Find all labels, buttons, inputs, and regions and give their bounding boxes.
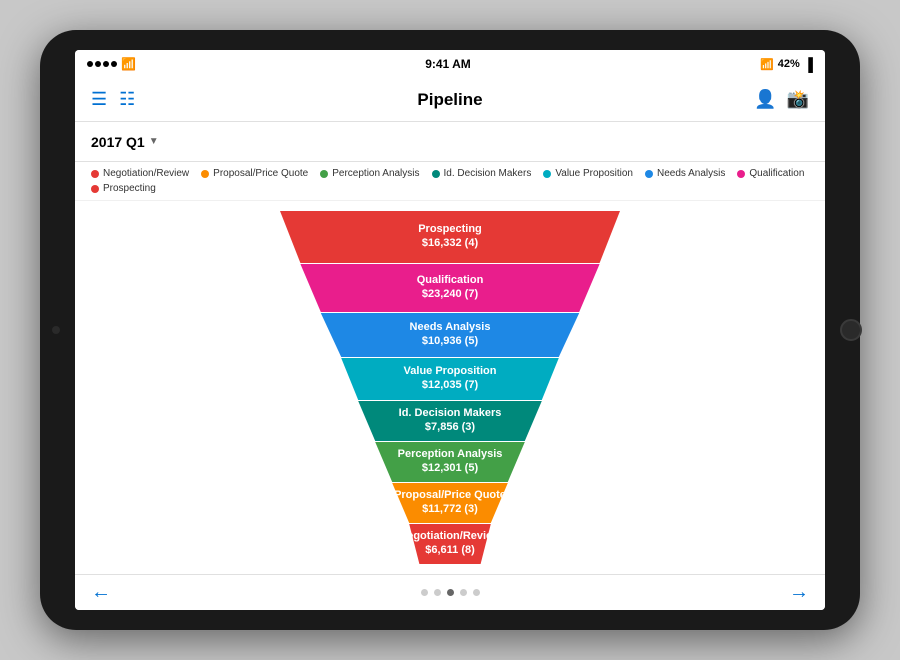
legend-item: Perception Analysis: [320, 168, 419, 179]
wifi-icon: 📶: [121, 57, 136, 71]
funnel-label: Negotiation/Review: [399, 530, 501, 542]
legend-item: Id. Decision Makers: [432, 168, 532, 179]
signal-dot-2: [95, 61, 101, 67]
page-dot-4: [473, 589, 480, 596]
status-time: 9:41 AM: [425, 57, 471, 71]
nav-right: 👤 📸: [754, 89, 809, 110]
page-dots: [421, 589, 480, 596]
legend-item: Proposal/Price Quote: [201, 168, 308, 179]
funnel-label: Perception Analysis: [398, 448, 503, 460]
signal-dot-1: [87, 61, 93, 67]
funnel-value: $23,240 (7): [422, 288, 479, 300]
funnel-label: Id. Decision Makers: [399, 407, 502, 419]
toolbar: 2017 Q1 ▼: [75, 122, 825, 162]
legend-item: Prospecting: [91, 183, 156, 194]
battery-icon: ▐: [804, 57, 813, 72]
next-arrow[interactable]: →: [789, 581, 809, 604]
page-dot-2: [447, 589, 454, 596]
hamburger-icon[interactable]: ☰: [91, 89, 107, 110]
page-dot-3: [460, 589, 467, 596]
funnel-svg: Prospecting $16,332 (4) Qualification $23,2…: [280, 211, 620, 564]
funnel-value: $12,035 (7): [422, 379, 479, 391]
status-left: 📶: [87, 57, 136, 71]
grid-icon[interactable]: ☷: [119, 89, 135, 110]
legend-label: Qualification: [749, 168, 804, 179]
main-content: Prospecting $16,332 (4) Qualification $23,2…: [75, 201, 825, 574]
legend-dot: [91, 185, 99, 193]
status-right: 📶 42% ▐: [760, 57, 813, 72]
bottom-bar: ← →: [75, 574, 825, 610]
funnel-label: Needs Analysis: [410, 321, 491, 333]
person-icon[interactable]: 👤: [754, 89, 776, 110]
funnel-label: Qualification: [417, 274, 484, 286]
funnel-chart: Prospecting $16,332 (4) Qualification $23,2…: [270, 211, 630, 564]
bluetooth-icon: 📶: [760, 58, 774, 71]
legend-item: Value Proposition: [543, 168, 633, 179]
funnel-value: $7,856 (3): [425, 421, 475, 433]
page-dot-0: [421, 589, 428, 596]
legend-item: Negotiation/Review: [91, 168, 189, 179]
chevron-down-icon: ▼: [149, 136, 159, 147]
signal-dot-4: [111, 61, 117, 67]
period-label: 2017 Q1: [91, 134, 145, 150]
legend-dot: [201, 170, 209, 178]
legend-label: Value Proposition: [555, 168, 633, 179]
tablet-device: 📶 9:41 AM 📶 42% ▐ ☰ ☷ Pipeline 👤 📸: [40, 30, 860, 630]
funnel-label: Value Proposition: [404, 365, 497, 377]
legend-dot: [543, 170, 551, 178]
funnel-value: $10,936 (5): [422, 335, 479, 347]
legend-label: Needs Analysis: [657, 168, 725, 179]
legend-label: Perception Analysis: [332, 168, 419, 179]
legend-dot: [432, 170, 440, 178]
legend-label: Negotiation/Review: [103, 168, 189, 179]
page-dot-1: [434, 589, 441, 596]
legend-dot: [91, 170, 99, 178]
signal-dots: [87, 61, 117, 67]
status-bar: 📶 9:41 AM 📶 42% ▐: [75, 50, 825, 78]
funnel-value: $12,301 (5): [422, 462, 479, 474]
tablet-screen: 📶 9:41 AM 📶 42% ▐ ☰ ☷ Pipeline 👤 📸: [75, 50, 825, 610]
funnel-value: $6,611 (8): [425, 544, 475, 556]
signal-dot-3: [103, 61, 109, 67]
legend: Negotiation/Review Proposal/Price Quote …: [75, 162, 825, 201]
legend-item: Needs Analysis: [645, 168, 725, 179]
legend-dot: [737, 170, 745, 178]
prev-arrow[interactable]: ←: [91, 581, 111, 604]
battery-percent: 42%: [778, 58, 800, 70]
nav-bar: ☰ ☷ Pipeline 👤 📸: [75, 78, 825, 122]
nav-left: ☰ ☷: [91, 89, 135, 110]
legend-dot: [320, 170, 328, 178]
legend-label: Id. Decision Makers: [444, 168, 532, 179]
funnel-value: $11,772 (3): [422, 503, 478, 515]
funnel-value: $16,332 (4): [422, 237, 479, 249]
funnel-label: Prospecting: [418, 223, 482, 235]
legend-item: Qualification: [737, 168, 804, 179]
share-icon[interactable]: 📸: [787, 89, 809, 110]
legend-dot: [645, 170, 653, 178]
funnel-label: Proposal/Price Quote: [394, 489, 506, 501]
legend-label: Prospecting: [103, 183, 156, 194]
legend-label: Proposal/Price Quote: [213, 168, 308, 179]
period-selector[interactable]: 2017 Q1 ▼: [91, 134, 159, 150]
nav-title: Pipeline: [417, 90, 482, 110]
